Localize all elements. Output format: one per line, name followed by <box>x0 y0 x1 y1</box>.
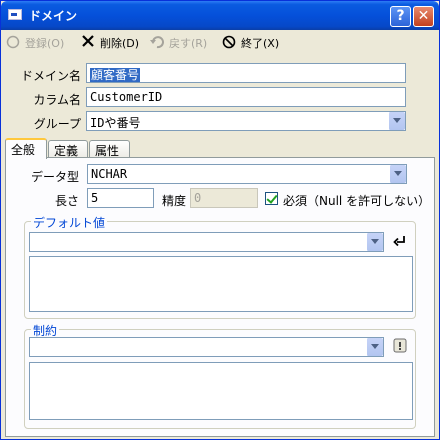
required-checkbox[interactable] <box>265 192 278 205</box>
delete-icon <box>80 35 96 51</box>
window-title: ドメイン <box>29 9 78 23</box>
domain-dialog: ドメイン ? ✕ 登録(O) 削除(D) 戻す(R) 終了(X) ドメイン名 顧… <box>0 0 440 440</box>
column-name-value: CustomerID <box>90 90 163 104</box>
column-name-input[interactable]: CustomerID <box>86 87 406 107</box>
info-icon[interactable] <box>392 338 408 354</box>
no-entry-icon <box>221 35 237 51</box>
tab-definition[interactable]: 定義 <box>48 140 88 158</box>
chevron-down-icon[interactable] <box>366 233 383 251</box>
chevron-down-icon[interactable] <box>388 112 405 130</box>
insert-arrow-icon[interactable] <box>392 234 408 250</box>
chevron-down-icon[interactable] <box>366 338 383 356</box>
length-value: 5 <box>91 191 99 205</box>
data-type-label: データ型 <box>30 170 79 184</box>
undo-icon <box>149 35 165 51</box>
precision-label: 精度 <box>161 194 186 208</box>
length-input[interactable]: 5 <box>87 188 154 208</box>
length-label: 長さ <box>54 194 79 208</box>
register-button[interactable]: 登録(O) <box>5 33 64 53</box>
default-value-textarea[interactable] <box>29 256 413 312</box>
column-name-label: カラム名 <box>33 93 81 107</box>
group-label: グループ <box>33 117 81 131</box>
register-icon <box>5 35 21 51</box>
data-type-select[interactable]: NCHAR <box>87 164 407 184</box>
close-button[interactable]: ✕ <box>413 6 434 27</box>
data-type-value: NCHAR <box>91 167 128 181</box>
title-bar[interactable]: ドメイン ? ✕ <box>1 1 439 30</box>
default-value-group-label: デフォルト値 <box>31 214 108 231</box>
delete-label: 削除(D) <box>100 37 140 50</box>
precision-value: 0 <box>194 191 202 205</box>
domain-name-input[interactable]: 顧客番号 <box>86 63 406 83</box>
constraint-textarea[interactable] <box>29 362 413 420</box>
precision-input[interactable]: 0 <box>190 188 258 208</box>
domain-name-label: ドメイン名 <box>21 69 82 83</box>
group-value: IDや番号 <box>90 116 141 130</box>
tab-attributes[interactable]: 属性 <box>89 140 130 158</box>
exit-label: 終了(X) <box>241 37 280 50</box>
exit-button[interactable]: 終了(X) <box>221 33 279 53</box>
default-value-group: デフォルト値 <box>24 214 416 319</box>
group-select[interactable]: IDや番号 <box>86 111 406 131</box>
tab-panel-general: データ型 NCHAR 長さ 5 精度 0 必須（Null を許可しない） デフォ… <box>5 157 435 437</box>
domain-name-value: 顧客番号 <box>90 68 141 82</box>
delete-button[interactable]: 削除(D) <box>80 33 139 53</box>
revert-label: 戻す(R) <box>169 37 208 50</box>
tab-general[interactable]: 全般 <box>5 138 47 159</box>
help-button[interactable]: ? <box>390 6 411 27</box>
constraint-group: 制約 <box>24 322 416 429</box>
chevron-down-icon[interactable] <box>389 165 406 183</box>
constraint-select[interactable] <box>29 337 384 357</box>
default-value-select[interactable] <box>29 232 384 252</box>
register-label: 登録(O) <box>25 37 65 50</box>
window-icon <box>8 9 22 20</box>
revert-button[interactable]: 戻す(R) <box>149 33 207 53</box>
required-label: 必須（Null を許可しない） <box>283 194 431 208</box>
